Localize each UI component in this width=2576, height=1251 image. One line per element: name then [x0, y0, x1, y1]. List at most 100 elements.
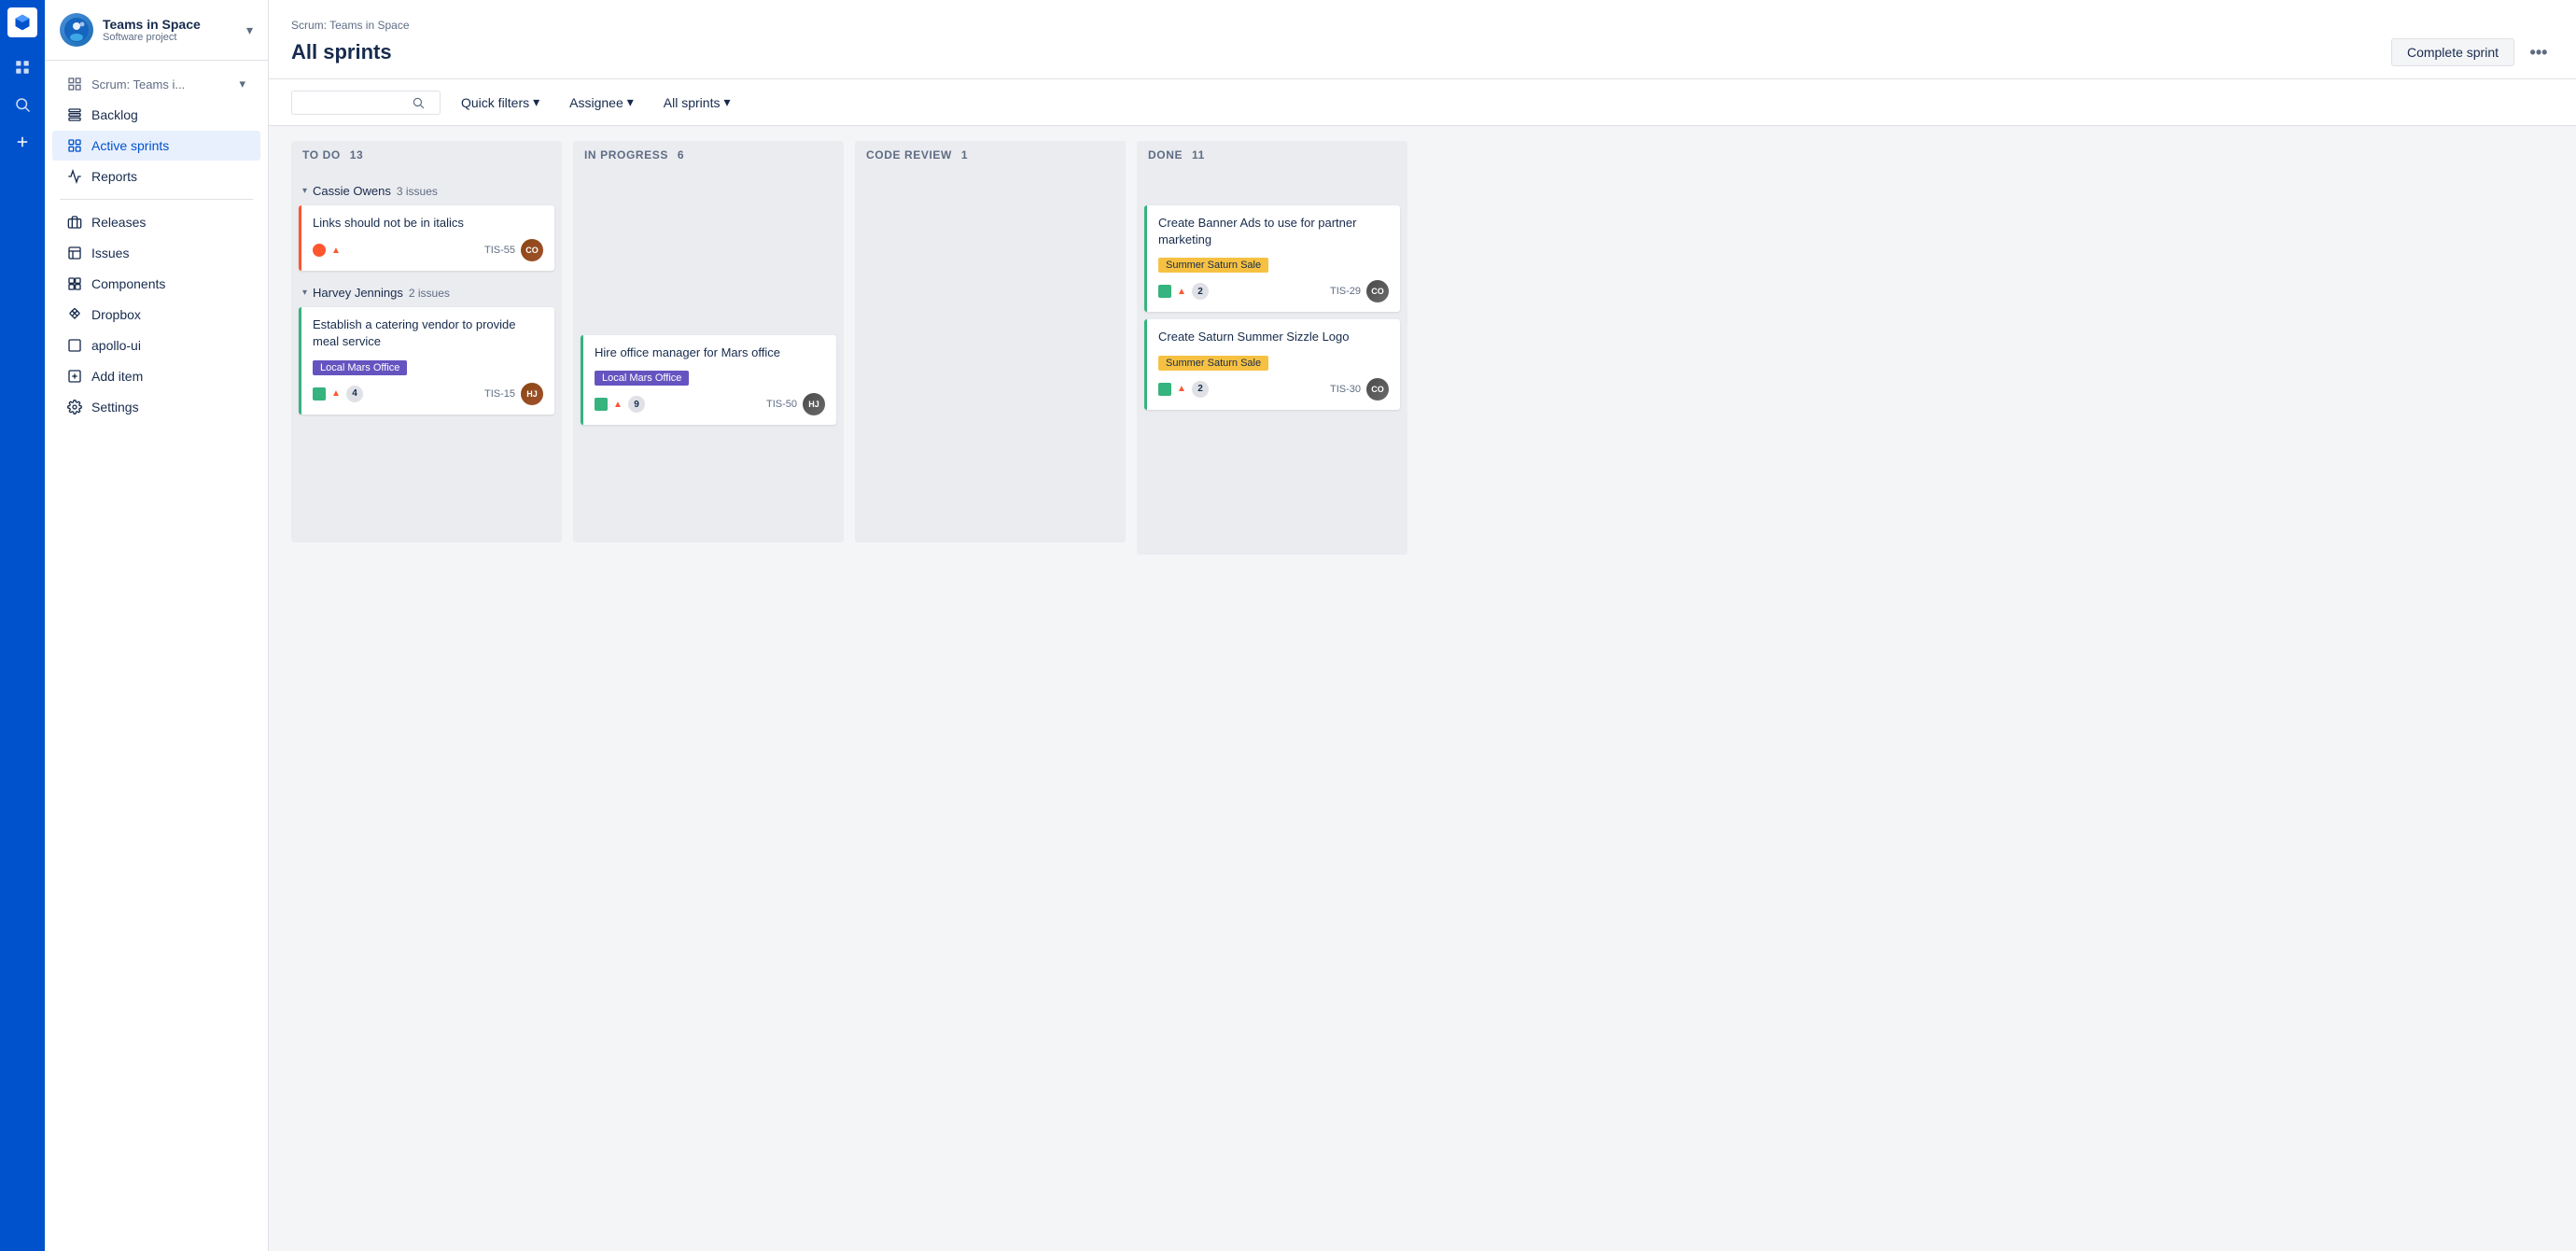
- sidebar-item-backlog[interactable]: Backlog: [52, 100, 260, 130]
- cassie-owens-count: 3 issues: [397, 185, 438, 198]
- card-tis-29-footer: ▲ 2 TIS-29 CO: [1158, 280, 1389, 302]
- apollo-icon: [67, 338, 82, 353]
- global-search-icon[interactable]: [7, 90, 37, 119]
- add-item-icon: [67, 369, 82, 384]
- board-container: TO DO 13 ▾ Cassie Owens 3 issues Links s…: [269, 126, 2576, 1251]
- card-tis-50-footer: ▲ 9 TIS-50 HJ: [595, 393, 825, 415]
- avatar-tis-29: CO: [1366, 280, 1389, 302]
- more-options-button[interactable]: •••: [2524, 37, 2554, 67]
- badge-tis-29: 2: [1192, 283, 1209, 300]
- sidebar-item-releases[interactable]: Releases: [52, 207, 260, 237]
- sidebar-components-label: Components: [91, 276, 165, 291]
- sidebar-backlog-label: Backlog: [91, 107, 138, 122]
- column-in-progress: IN PROGRESS 6 Hire office manag: [573, 141, 844, 1236]
- bug-type-icon: [313, 244, 326, 257]
- page-title: All sprints: [291, 40, 392, 64]
- issues-icon: [67, 246, 82, 260]
- sidebar-item-settings[interactable]: Settings: [52, 392, 260, 422]
- project-nav-chevron: ▾: [239, 77, 245, 91]
- story-type-icon-29: [1158, 285, 1171, 298]
- card-tis-50[interactable]: Hire office manager for Mars office Loca…: [581, 335, 836, 425]
- global-add-icon[interactable]: [7, 127, 37, 157]
- sidebar-item-apollo[interactable]: apollo-ui: [52, 330, 260, 360]
- search-icon: [412, 96, 425, 109]
- sprints-icon: [67, 138, 82, 153]
- card-tis-15-meta: TIS-15 HJ: [484, 383, 543, 405]
- card-tis-15[interactable]: Establish a catering vendor to provide m…: [299, 307, 554, 414]
- harvey-jennings-name: Harvey Jennings: [313, 286, 403, 300]
- sidebar-project-label: Scrum: Teams i...: [91, 77, 185, 91]
- badge-tis-30: 2: [1192, 381, 1209, 398]
- assignee-chevron: ▾: [627, 94, 634, 110]
- card-tis-55-title: Links should not be in italics: [313, 215, 543, 232]
- complete-sprint-button[interactable]: Complete sprint: [2391, 38, 2514, 66]
- column-header-in-progress: IN PROGRESS 6: [573, 141, 844, 169]
- project-name: Teams in Space: [103, 17, 237, 32]
- card-tis-30[interactable]: Create Saturn Summer Sizzle Logo Summer …: [1144, 319, 1400, 409]
- card-tis-50-icons: ▲ 9: [595, 396, 645, 413]
- story-svg-30: [1161, 386, 1169, 393]
- card-tis-29[interactable]: Create Banner Ads to use for partner mar…: [1144, 205, 1400, 312]
- card-tis-15-ticket: TIS-15: [484, 388, 515, 400]
- components-icon: [67, 276, 82, 291]
- sidebar-divider: [60, 199, 253, 200]
- column-code-review-title: CODE REVIEW: [866, 148, 952, 162]
- search-box[interactable]: [291, 91, 441, 115]
- column-header-code-review: CODE REVIEW 1: [855, 141, 1126, 169]
- settings-icon: [67, 400, 82, 415]
- quick-filters-chevron: ▾: [533, 94, 539, 110]
- avatar-tis-50: HJ: [803, 393, 825, 415]
- sidebar: Teams in Space Software project ▾ Scrum:…: [45, 0, 269, 1251]
- quick-filters-label: Quick filters: [461, 95, 529, 110]
- card-tis-30-footer: ▲ 2 TIS-30 CO: [1158, 378, 1389, 401]
- harvey-jennings-chevron: ▾: [302, 288, 307, 298]
- sidebar-reports-label: Reports: [91, 169, 137, 184]
- card-tis-29-title: Create Banner Ads to use for partner mar…: [1158, 215, 1389, 248]
- column-todo: TO DO 13 ▾ Cassie Owens 3 issues Links s…: [291, 141, 562, 1236]
- column-body-code-review: [855, 169, 1126, 542]
- column-body-todo: ▾ Cassie Owens 3 issues Links should not…: [291, 169, 562, 542]
- column-todo-title: TO DO: [302, 148, 341, 162]
- search-input[interactable]: [300, 95, 412, 110]
- sidebar-header: Teams in Space Software project ▾: [45, 0, 268, 61]
- project-info: Teams in Space Software project: [103, 17, 237, 43]
- group-cassie-owens-header[interactable]: ▾ Cassie Owens 3 issues: [299, 176, 554, 205]
- card-tis-29-icons: ▲ 2: [1158, 283, 1209, 300]
- sidebar-nav: Scrum: Teams i... ▾ Backlog Active sprin…: [45, 61, 268, 1251]
- story-svg-50: [597, 401, 605, 408]
- group-harvey-jennings-header[interactable]: ▾ Harvey Jennings 2 issues: [299, 278, 554, 307]
- main-content: Scrum: Teams in Space All sprints Comple…: [269, 0, 2576, 1251]
- header-actions: Complete sprint •••: [2391, 37, 2554, 67]
- priority-icon-tis-15: ▲: [329, 387, 343, 401]
- reports-icon: [67, 169, 82, 184]
- backlog-icon: [67, 107, 82, 122]
- sidebar-item-active-sprints[interactable]: Active sprints: [52, 131, 260, 161]
- card-tis-50-tag: Local Mars Office: [595, 371, 689, 386]
- harvey-jennings-count: 2 issues: [409, 287, 450, 300]
- sidebar-item-add[interactable]: Add item: [52, 361, 260, 391]
- icon-bar: [0, 0, 45, 1251]
- app-logo[interactable]: [7, 7, 37, 37]
- priority-icon-tis-29: ▲: [1175, 285, 1188, 298]
- card-tis-50-meta: TIS-50 HJ: [766, 393, 825, 415]
- column-todo-count: 13: [350, 148, 364, 162]
- card-tis-15-footer: ▲ 4 TIS-15 HJ: [313, 383, 543, 405]
- quick-filters-button[interactable]: Quick filters ▾: [452, 89, 549, 116]
- sidebar-item-components[interactable]: Components: [52, 269, 260, 299]
- project-dropdown-chevron[interactable]: ▾: [246, 22, 253, 38]
- sidebar-item-issues[interactable]: Issues: [52, 238, 260, 268]
- story-type-icon-50: [595, 398, 608, 411]
- sidebar-project-dropdown[interactable]: Scrum: Teams i... ▾: [52, 69, 260, 99]
- card-tis-50-ticket: TIS-50: [766, 399, 797, 410]
- releases-icon: [67, 215, 82, 230]
- card-tis-55[interactable]: Links should not be in italics ▲: [299, 205, 554, 271]
- sidebar-releases-label: Releases: [91, 215, 146, 230]
- all-sprints-filter-button[interactable]: All sprints ▾: [654, 89, 740, 116]
- assignee-filter-button[interactable]: Assignee ▾: [560, 89, 643, 116]
- global-home-icon[interactable]: [7, 52, 37, 82]
- sidebar-item-reports[interactable]: Reports: [52, 162, 260, 191]
- card-tis-15-title: Establish a catering vendor to provide m…: [313, 316, 543, 350]
- sidebar-item-dropbox[interactable]: Dropbox: [52, 300, 260, 330]
- avatar-tis-30: CO: [1366, 378, 1389, 401]
- story-type-icon-15: [313, 387, 326, 401]
